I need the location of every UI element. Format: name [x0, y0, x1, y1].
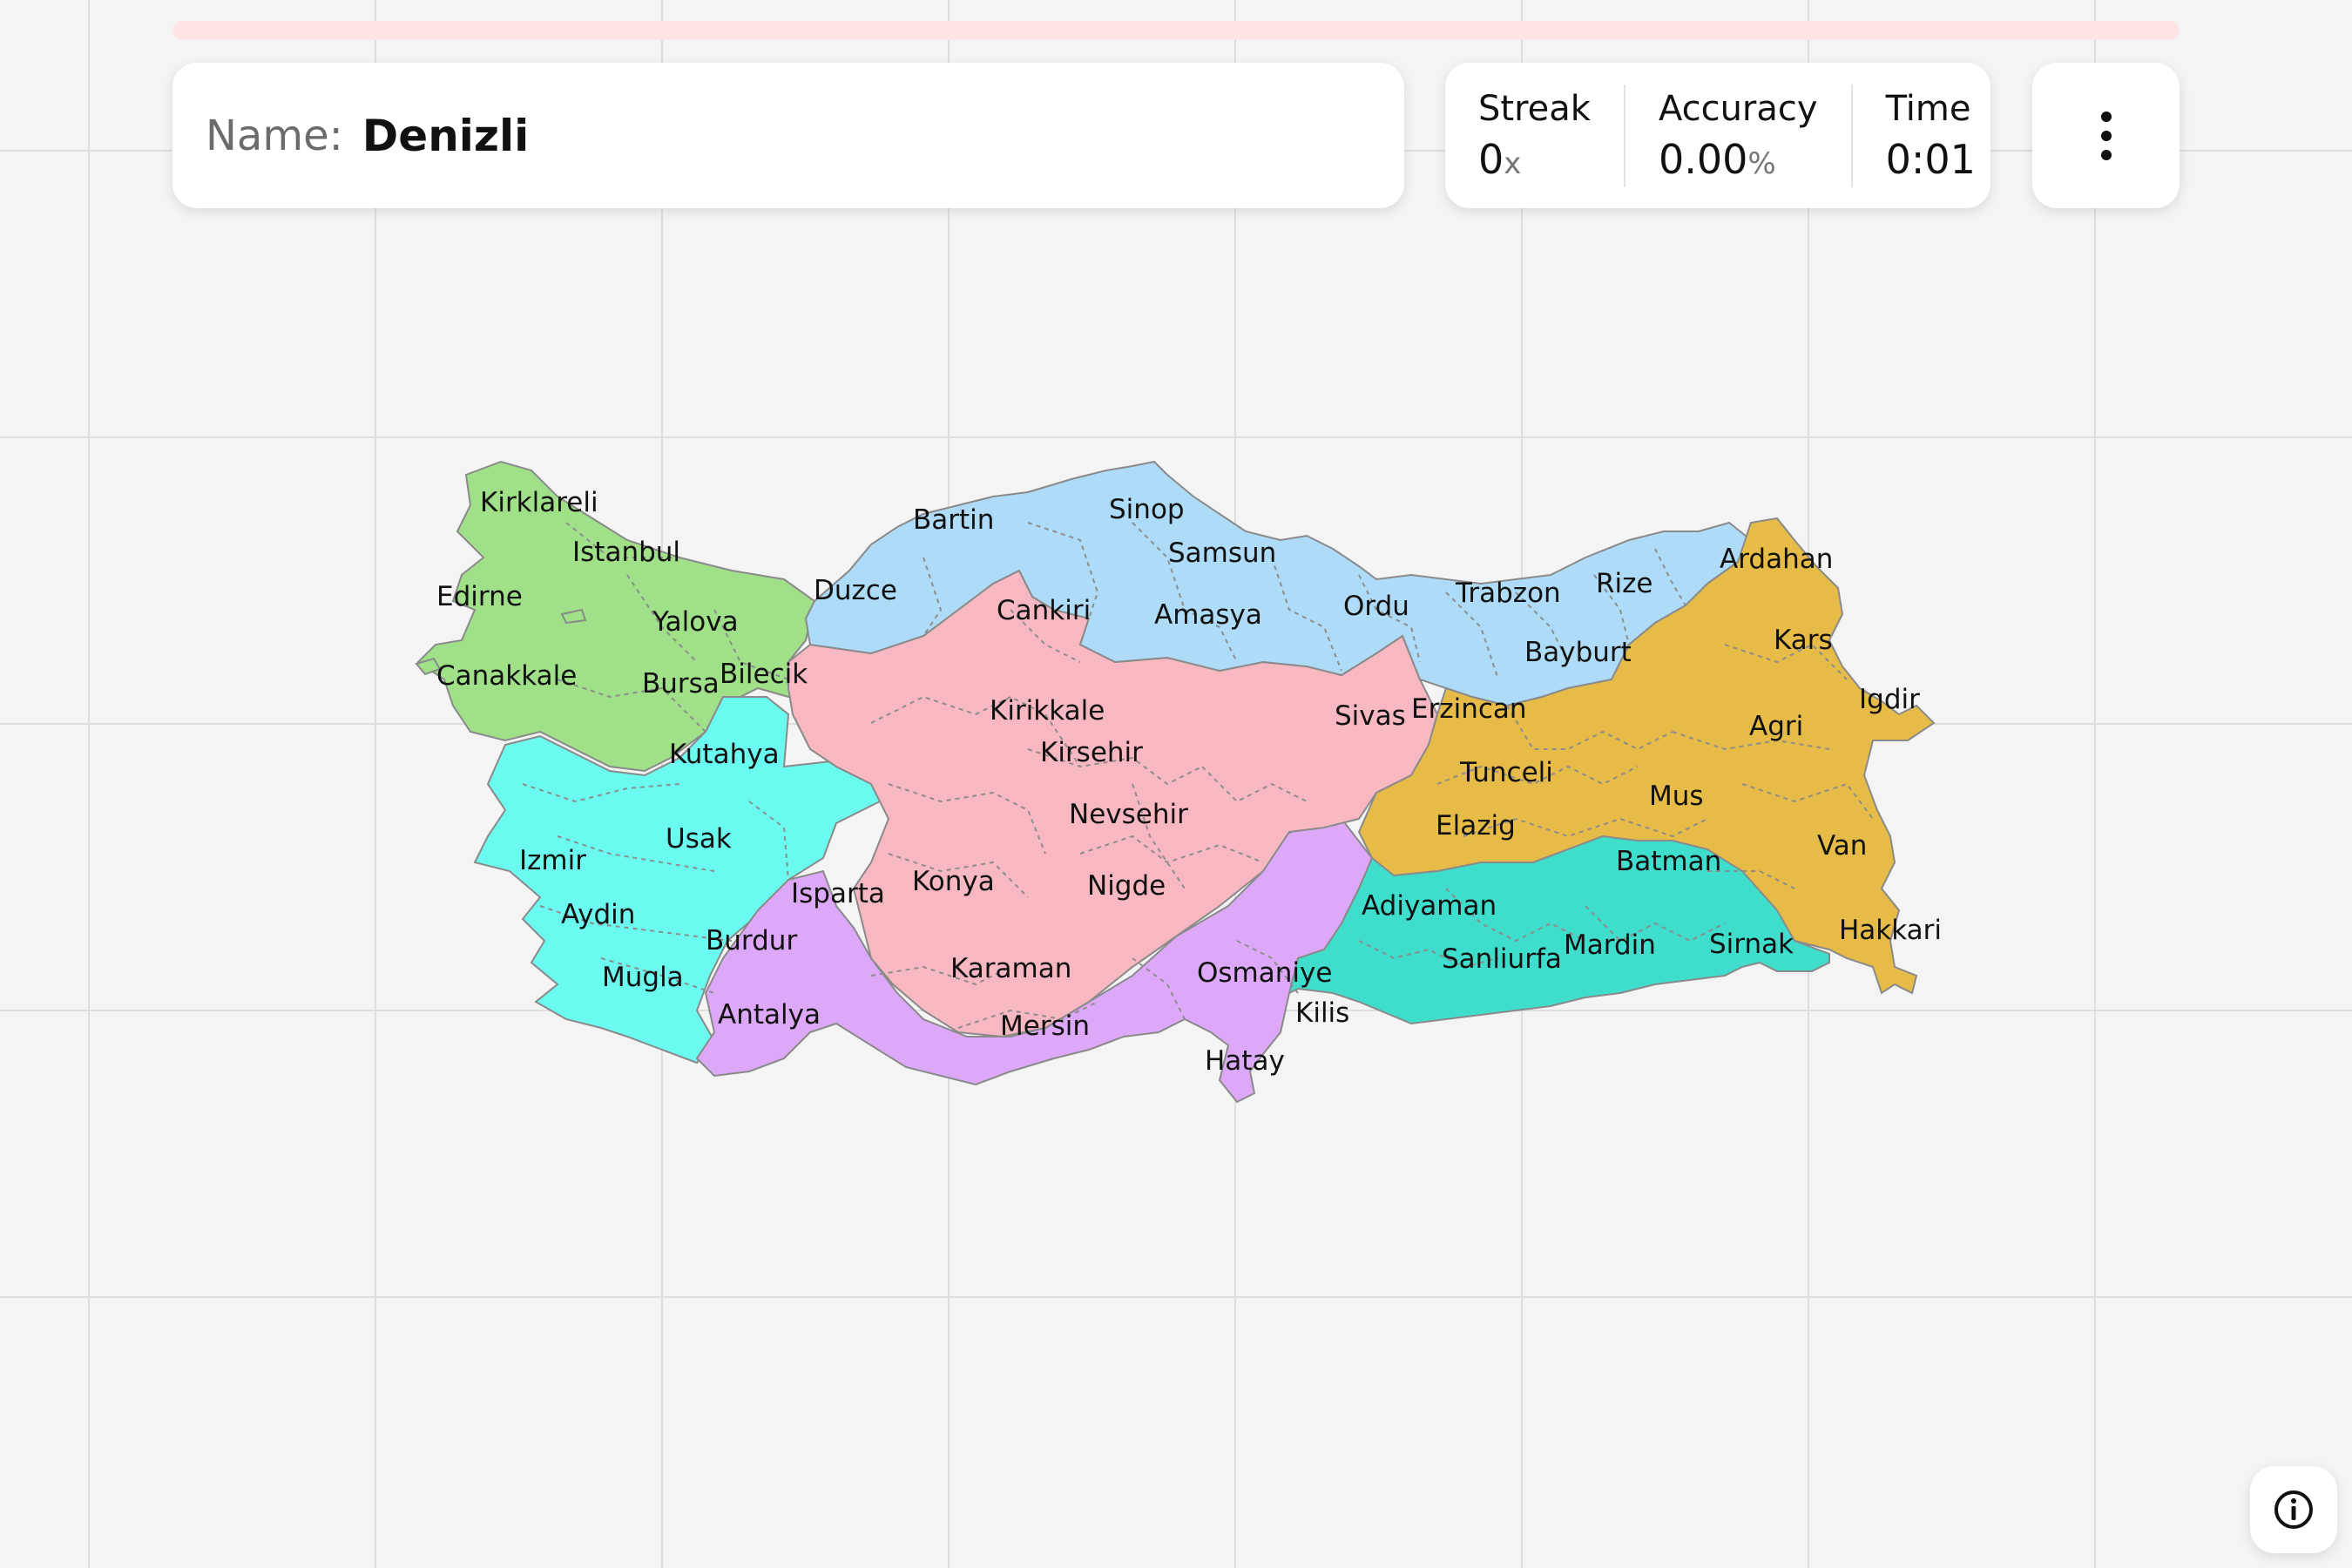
label-batman: Batman: [1616, 846, 1721, 877]
label-isparta: Isparta: [791, 878, 885, 909]
label-bartin: Bartin: [913, 504, 994, 536]
label-hatay: Hatay: [1205, 1045, 1285, 1077]
label-mugla: Mugla: [602, 962, 684, 993]
label-konya: Konya: [912, 866, 995, 897]
label-canakkale: Canakkale: [436, 660, 577, 692]
label-izmir: Izmir: [519, 845, 586, 876]
label-kirsehir: Kirsehir: [1040, 737, 1143, 768]
label-bursa: Bursa: [642, 668, 720, 700]
label-kutahya: Kutahya: [669, 739, 780, 770]
label-osmaniye: Osmaniye: [1197, 957, 1332, 989]
label-mus: Mus: [1649, 781, 1704, 812]
label-elazig: Elazig: [1436, 810, 1516, 841]
label-erzincan: Erzincan: [1411, 693, 1527, 725]
label-van: Van: [1817, 830, 1867, 862]
label-sirnak: Sirnak: [1709, 929, 1794, 960]
label-cankiri: Cankiri: [997, 595, 1091, 626]
label-mersin: Mersin: [1000, 1010, 1090, 1042]
label-kars: Kars: [1774, 625, 1833, 656]
label-kirikkale: Kirikkale: [990, 695, 1105, 727]
label-sivas: Sivas: [1335, 700, 1406, 732]
label-usak: Usak: [666, 823, 732, 855]
label-rize: Rize: [1596, 568, 1653, 599]
label-tunceli: Tunceli: [1459, 757, 1553, 788]
label-bilecik: Bilecik: [720, 659, 808, 690]
label-hakkari: Hakkari: [1839, 915, 1942, 946]
label-yalova: Yalova: [652, 606, 739, 638]
label-trabzon: Trabzon: [1455, 578, 1561, 609]
label-kilis: Kilis: [1295, 997, 1349, 1029]
label-ordu: Ordu: [1343, 591, 1409, 622]
label-agri: Agri: [1749, 711, 1803, 742]
label-mardin: Mardin: [1564, 929, 1656, 961]
label-amasya: Amasya: [1154, 599, 1262, 631]
label-sinop: Sinop: [1109, 494, 1185, 525]
label-aydin: Aydin: [561, 899, 635, 930]
label-ardahan: Ardahan: [1720, 544, 1833, 575]
label-antalya: Antalya: [718, 999, 821, 1031]
label-samsun: Samsun: [1168, 537, 1276, 569]
label-nevsehir: Nevsehir: [1069, 799, 1188, 830]
label-burdur: Burdur: [706, 925, 797, 956]
label-adiyaman: Adiyaman: [1362, 890, 1497, 922]
label-karaman: Karaman: [950, 953, 1071, 984]
label-duzce: Duzce: [814, 575, 897, 606]
label-edirne: Edirne: [436, 581, 523, 612]
turkey-provinces-map: Kirklareli Istanbul Edirne Yalova Canakk…: [415, 460, 1942, 1104]
label-sanliurfa: Sanliurfa: [1442, 943, 1562, 975]
label-bayburt: Bayburt: [1524, 637, 1632, 668]
label-igdir: Igdir: [1859, 684, 1920, 715]
label-nigde: Nigde: [1087, 870, 1166, 902]
label-kirklareli: Kirklareli: [480, 487, 598, 518]
label-istanbul: Istanbul: [572, 537, 680, 568]
